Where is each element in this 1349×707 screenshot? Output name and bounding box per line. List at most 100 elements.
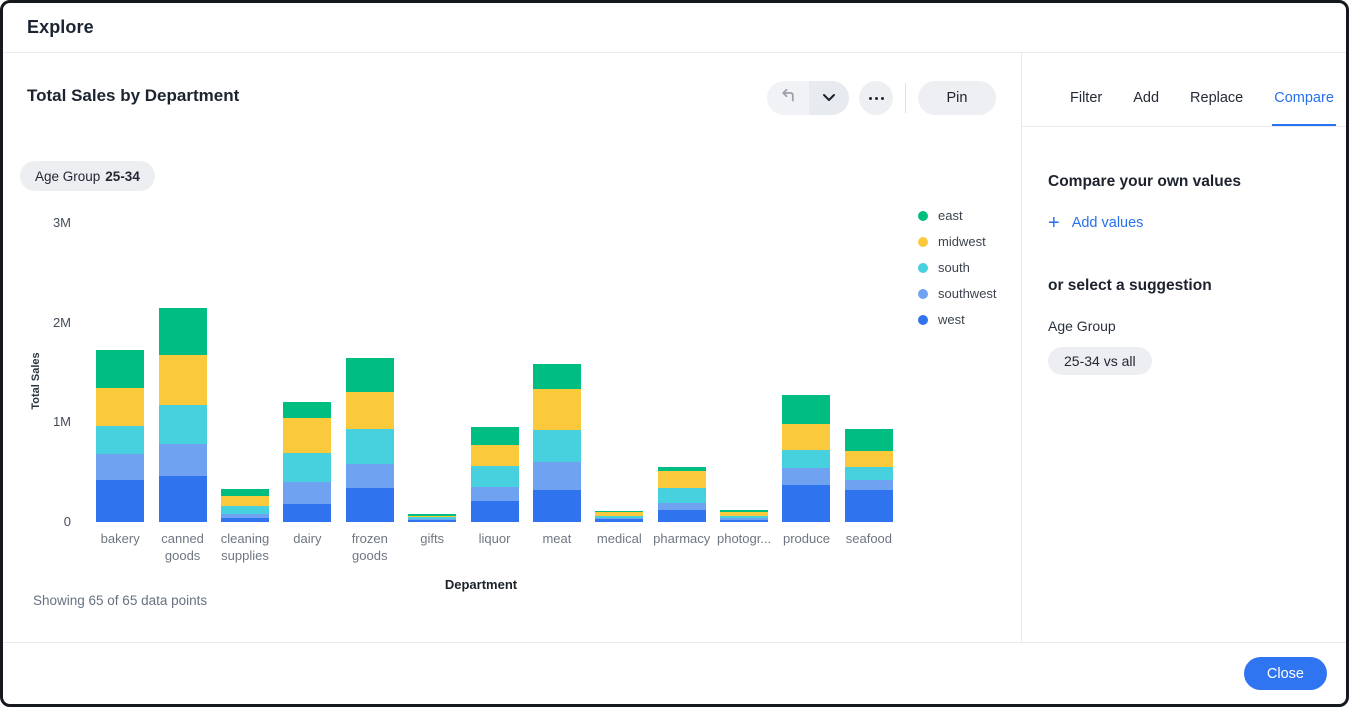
undo-arrow-icon bbox=[780, 87, 797, 109]
bar-segment-east[interactable] bbox=[471, 427, 519, 446]
bar-segment-east[interactable] bbox=[283, 402, 331, 418]
filter-chip-value: 25-34 bbox=[105, 169, 140, 184]
bar-segment-midwest[interactable] bbox=[221, 496, 269, 506]
bar-segment-southwest[interactable] bbox=[533, 462, 581, 490]
bar-segment-west[interactable] bbox=[346, 488, 394, 522]
bar-segment-west[interactable] bbox=[159, 476, 207, 522]
bar-segment-west[interactable] bbox=[96, 480, 144, 522]
tab-compare[interactable]: Compare bbox=[1272, 90, 1336, 126]
bar-segment-southwest[interactable] bbox=[96, 454, 144, 480]
bar-segment-east[interactable] bbox=[159, 308, 207, 355]
bar-segment-south[interactable] bbox=[533, 430, 581, 463]
bar-stack bbox=[533, 364, 581, 522]
bar-segment-midwest[interactable] bbox=[782, 424, 830, 451]
bar-segment-south[interactable] bbox=[782, 450, 830, 468]
bar-segment-midwest[interactable] bbox=[533, 389, 581, 430]
bar-segment-southwest[interactable] bbox=[283, 482, 331, 504]
panel-tabs: Filter Add Replace Compare bbox=[1022, 53, 1346, 127]
bar-segment-south[interactable] bbox=[845, 467, 893, 480]
bar-segment-west[interactable] bbox=[471, 501, 519, 522]
x-tick-label: gifts bbox=[401, 530, 463, 564]
bar-segment-midwest[interactable] bbox=[159, 355, 207, 405]
bar-column bbox=[276, 213, 338, 522]
x-tick-label: dairy bbox=[276, 530, 338, 564]
legend-item-midwest[interactable]: midwest bbox=[918, 234, 997, 249]
chart-toolbar: Pin bbox=[767, 81, 996, 115]
bar-segment-west[interactable] bbox=[782, 485, 830, 522]
bar-segment-west[interactable] bbox=[845, 490, 893, 522]
legend-item-west[interactable]: west bbox=[918, 312, 997, 327]
bar-segment-midwest[interactable] bbox=[471, 445, 519, 466]
pin-button[interactable]: Pin bbox=[918, 81, 996, 115]
y-tick-2m: 2M bbox=[29, 315, 71, 330]
suggestion-heading: or select a suggestion bbox=[1048, 277, 1322, 295]
bar-segment-west[interactable] bbox=[720, 520, 768, 522]
x-tick-label: pharmacy bbox=[651, 530, 713, 564]
bar-segment-east[interactable] bbox=[533, 364, 581, 389]
tab-replace[interactable]: Replace bbox=[1188, 90, 1245, 126]
bar-segment-west[interactable] bbox=[658, 510, 706, 522]
bar-segment-east[interactable] bbox=[782, 395, 830, 424]
legend-label: west bbox=[938, 312, 965, 327]
x-tick-label: liquor bbox=[463, 530, 525, 564]
bar-segment-west[interactable] bbox=[283, 504, 331, 522]
bar-segment-west[interactable] bbox=[595, 519, 643, 522]
bar-segment-midwest[interactable] bbox=[658, 471, 706, 488]
legend-dot-icon bbox=[918, 263, 928, 273]
bar-segment-midwest[interactable] bbox=[283, 418, 331, 454]
bar-segment-east[interactable] bbox=[221, 489, 269, 496]
bar-segment-south[interactable] bbox=[346, 429, 394, 465]
bar-segment-south[interactable] bbox=[221, 506, 269, 514]
more-options-button[interactable] bbox=[859, 81, 893, 115]
bar-stack bbox=[595, 511, 643, 523]
legend-item-east[interactable]: east bbox=[918, 208, 997, 223]
bar-segment-west[interactable] bbox=[221, 518, 269, 522]
bar-segment-south[interactable] bbox=[283, 453, 331, 482]
suggestion-chip-25-34-vs-all[interactable]: 25-34 vs all bbox=[1048, 347, 1152, 375]
close-button[interactable]: Close bbox=[1244, 657, 1327, 690]
bar-column bbox=[713, 213, 775, 522]
bar-segment-southwest[interactable] bbox=[471, 487, 519, 501]
bar-segment-southwest[interactable] bbox=[782, 468, 830, 485]
chart-title: Total Sales by Department bbox=[27, 86, 239, 106]
bar-segment-midwest[interactable] bbox=[96, 388, 144, 427]
bar-segment-south[interactable] bbox=[471, 466, 519, 487]
bar-segment-midwest[interactable] bbox=[845, 451, 893, 467]
bar-segment-southwest[interactable] bbox=[159, 444, 207, 476]
bar-segment-south[interactable] bbox=[159, 405, 207, 445]
chevron-down-icon bbox=[822, 89, 836, 107]
x-tick-label: cleaning supplies bbox=[214, 530, 276, 564]
bar-segment-southwest[interactable] bbox=[346, 464, 394, 488]
add-values-button[interactable]: + Add values bbox=[1048, 215, 1322, 231]
bar-segment-south[interactable] bbox=[658, 488, 706, 502]
bar-segment-east[interactable] bbox=[845, 429, 893, 452]
tab-filter[interactable]: Filter bbox=[1068, 90, 1104, 126]
filter-chip-age-group[interactable]: Age Group 25-34 bbox=[20, 161, 155, 191]
legend-item-south[interactable]: south bbox=[918, 260, 997, 275]
y-tick-3m: 3M bbox=[29, 215, 71, 230]
bar-segment-east[interactable] bbox=[96, 350, 144, 388]
x-axis-title: Department bbox=[426, 577, 536, 592]
bar-segment-west[interactable] bbox=[533, 490, 581, 522]
y-tick-0: 0 bbox=[29, 514, 71, 529]
dialog-header: Explore bbox=[3, 3, 1346, 53]
bar-segment-southwest[interactable] bbox=[845, 480, 893, 490]
bar-column bbox=[401, 213, 463, 522]
x-tick-label: canned goods bbox=[151, 530, 213, 564]
legend-dot-icon bbox=[918, 315, 928, 325]
legend-item-southwest[interactable]: southwest bbox=[918, 286, 997, 301]
undo-button[interactable] bbox=[767, 81, 809, 115]
compare-panel-content: Compare your own values + Add values or … bbox=[1022, 127, 1346, 375]
plus-icon: + bbox=[1048, 215, 1060, 231]
bar-segment-west[interactable] bbox=[408, 520, 456, 522]
x-tick-label: medical bbox=[588, 530, 650, 564]
bar-segment-south[interactable] bbox=[96, 426, 144, 454]
bar-segment-east[interactable] bbox=[346, 358, 394, 392]
bar-segment-midwest[interactable] bbox=[346, 392, 394, 429]
x-tick-label: meat bbox=[526, 530, 588, 564]
bar-column bbox=[526, 213, 588, 522]
tab-add[interactable]: Add bbox=[1131, 90, 1161, 126]
bar-segment-southwest[interactable] bbox=[658, 503, 706, 511]
history-dropdown-button[interactable] bbox=[809, 81, 849, 115]
undo-split-button bbox=[767, 81, 849, 115]
